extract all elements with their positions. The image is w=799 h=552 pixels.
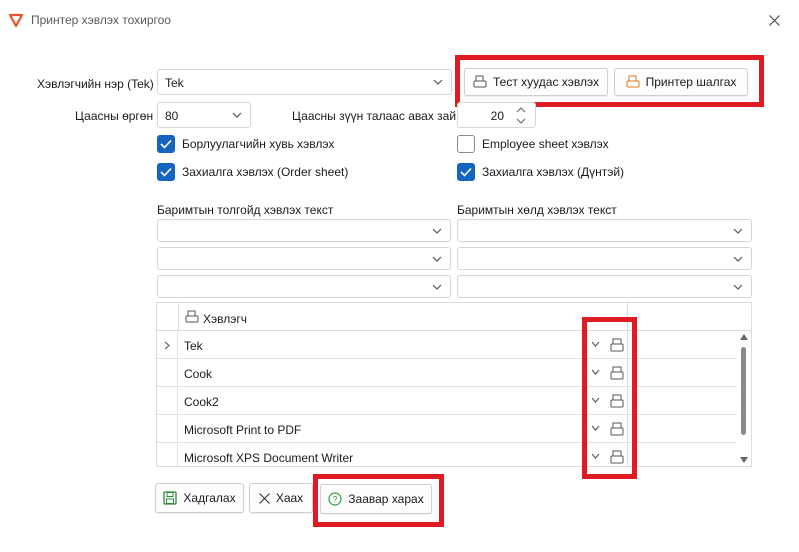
- paper-width-label: Цаасны өргөн: [75, 109, 154, 123]
- window-title: Принтер хэвлэх тохиргоо: [31, 13, 171, 27]
- grid-column-printer[interactable]: Хэвлэгч: [203, 312, 247, 326]
- checkbox-unchecked-icon[interactable]: [457, 135, 475, 153]
- paper-width-value: 80: [165, 109, 179, 123]
- title-bar: Принтер хэвлэх тохиргоо: [0, 0, 799, 40]
- svg-text:?: ?: [333, 495, 338, 505]
- checkbox-checked-icon[interactable]: [457, 163, 475, 181]
- grid-scrollbar[interactable]: [737, 331, 751, 466]
- test-page-print-button[interactable]: Тест хуудас хэвлэх: [464, 68, 608, 96]
- close-label: Хаах: [275, 491, 304, 505]
- test-page-print-label: Тест хуудас хэвлэх: [493, 75, 599, 89]
- footer-text-label: Баримтын хөлд хэвлэх текст: [457, 203, 617, 217]
- printer-grid: Хэвлэгч Tek Cook Cook2 Microsoft Print t…: [156, 302, 752, 467]
- chevron-right-icon: [164, 341, 170, 350]
- checkbox-checked-icon[interactable]: [157, 163, 175, 181]
- close-button[interactable]: Хаах: [249, 483, 313, 513]
- help-label: Заавар харах: [348, 492, 424, 506]
- checkbox-label: Борлуулагчийн хувь хэвлэх: [182, 137, 335, 151]
- printer-name-label: Хэвлэгчийн нэр (Tek): [37, 77, 154, 91]
- checkbox-order-sheet[interactable]: Захиалга хэвлэх (Order sheet): [157, 163, 348, 181]
- scroll-up-icon[interactable]: [740, 334, 748, 340]
- close-icon: [258, 492, 270, 504]
- table-row[interactable]: Microsoft XPS Document Writer: [157, 443, 737, 466]
- help-circle-icon: ?: [328, 492, 342, 506]
- check-printer-button[interactable]: Принтер шалгах: [614, 68, 748, 96]
- chevron-up-icon[interactable]: [516, 107, 526, 113]
- save-button[interactable]: Хадгалах: [155, 483, 244, 513]
- checkbox-label: Захиалга хэвлэх (Дүнтэй): [482, 165, 625, 179]
- chevron-down-icon: [733, 228, 743, 234]
- header-text-select-1[interactable]: [157, 219, 451, 242]
- header-text-select-2[interactable]: [157, 247, 451, 270]
- scrollbar-thumb[interactable]: [741, 347, 746, 435]
- scroll-down-icon[interactable]: [740, 457, 748, 463]
- row-header[interactable]: [157, 443, 178, 466]
- row-header[interactable]: [157, 359, 178, 387]
- footer-text-select-2[interactable]: [457, 247, 752, 270]
- chevron-down-icon[interactable]: [516, 118, 526, 124]
- chevron-down-icon: [232, 112, 242, 118]
- checkbox-seller-copy[interactable]: Борлуулагчийн хувь хэвлэх: [157, 135, 334, 153]
- footer-text-select-3[interactable]: [457, 275, 752, 298]
- header-text-label: Баримтын толгойд хэвлэх текст: [157, 203, 334, 217]
- printer-name-cell: Microsoft XPS Document Writer: [184, 451, 354, 465]
- app-logo-icon: [8, 13, 24, 28]
- save-label: Хадгалах: [183, 491, 236, 505]
- paper-margin-value: 20: [490, 109, 504, 123]
- printer-name-value: Tek: [165, 76, 184, 90]
- close-icon: [768, 14, 780, 26]
- printer-icon: [473, 75, 487, 88]
- checkbox-checked-icon[interactable]: [157, 135, 175, 153]
- printer-name-cell: Cook: [184, 367, 213, 381]
- printer-name-cell: Cook2: [184, 395, 219, 409]
- check-printer-label: Принтер шалгах: [645, 75, 737, 89]
- floppy-disk-icon: [163, 491, 178, 505]
- checkbox-label: Захиалга хэвлэх (Order sheet): [182, 165, 349, 179]
- header-text-select-3[interactable]: [157, 275, 451, 298]
- row-header[interactable]: [157, 415, 178, 443]
- help-button[interactable]: ? Заавар харах: [320, 484, 432, 514]
- footer-text-select-1[interactable]: [457, 219, 752, 242]
- printer-icon: [626, 75, 640, 88]
- table-row[interactable]: Cook2: [157, 387, 737, 415]
- paper-margin-label: Цаасны зүүн талаас авах зай: [292, 109, 457, 123]
- table-row[interactable]: Cook: [157, 359, 737, 387]
- chevron-down-icon: [433, 79, 443, 85]
- close-window-button[interactable]: [760, 8, 788, 32]
- printer-name-cell: Tek: [184, 339, 203, 353]
- chevron-down-icon: [432, 284, 442, 290]
- row-header[interactable]: [157, 387, 178, 415]
- chevron-down-icon: [432, 256, 442, 262]
- checkbox-order-total[interactable]: Захиалга хэвлэх (Дүнтэй): [457, 163, 624, 181]
- paper-width-select[interactable]: 80: [157, 102, 251, 128]
- chevron-down-icon: [733, 284, 743, 290]
- table-row[interactable]: Tek: [157, 331, 737, 359]
- grid-header: Хэвлэгч: [157, 303, 751, 331]
- chevron-down-icon: [432, 228, 442, 234]
- checkbox-employee-sheet[interactable]: Employee sheet хэвлэх: [457, 135, 609, 153]
- highlight-box-grid-icons: [582, 317, 637, 479]
- table-row[interactable]: Microsoft Print to PDF: [157, 415, 737, 443]
- printer-icon: [185, 310, 199, 323]
- checkbox-label: Employee sheet хэвлэх: [482, 137, 609, 151]
- row-header[interactable]: [157, 331, 178, 359]
- printer-name-select[interactable]: Tek: [157, 69, 452, 95]
- chevron-down-icon: [733, 256, 743, 262]
- paper-margin-spinbox[interactable]: 20: [457, 102, 536, 128]
- printer-name-cell: Microsoft Print to PDF: [184, 423, 302, 437]
